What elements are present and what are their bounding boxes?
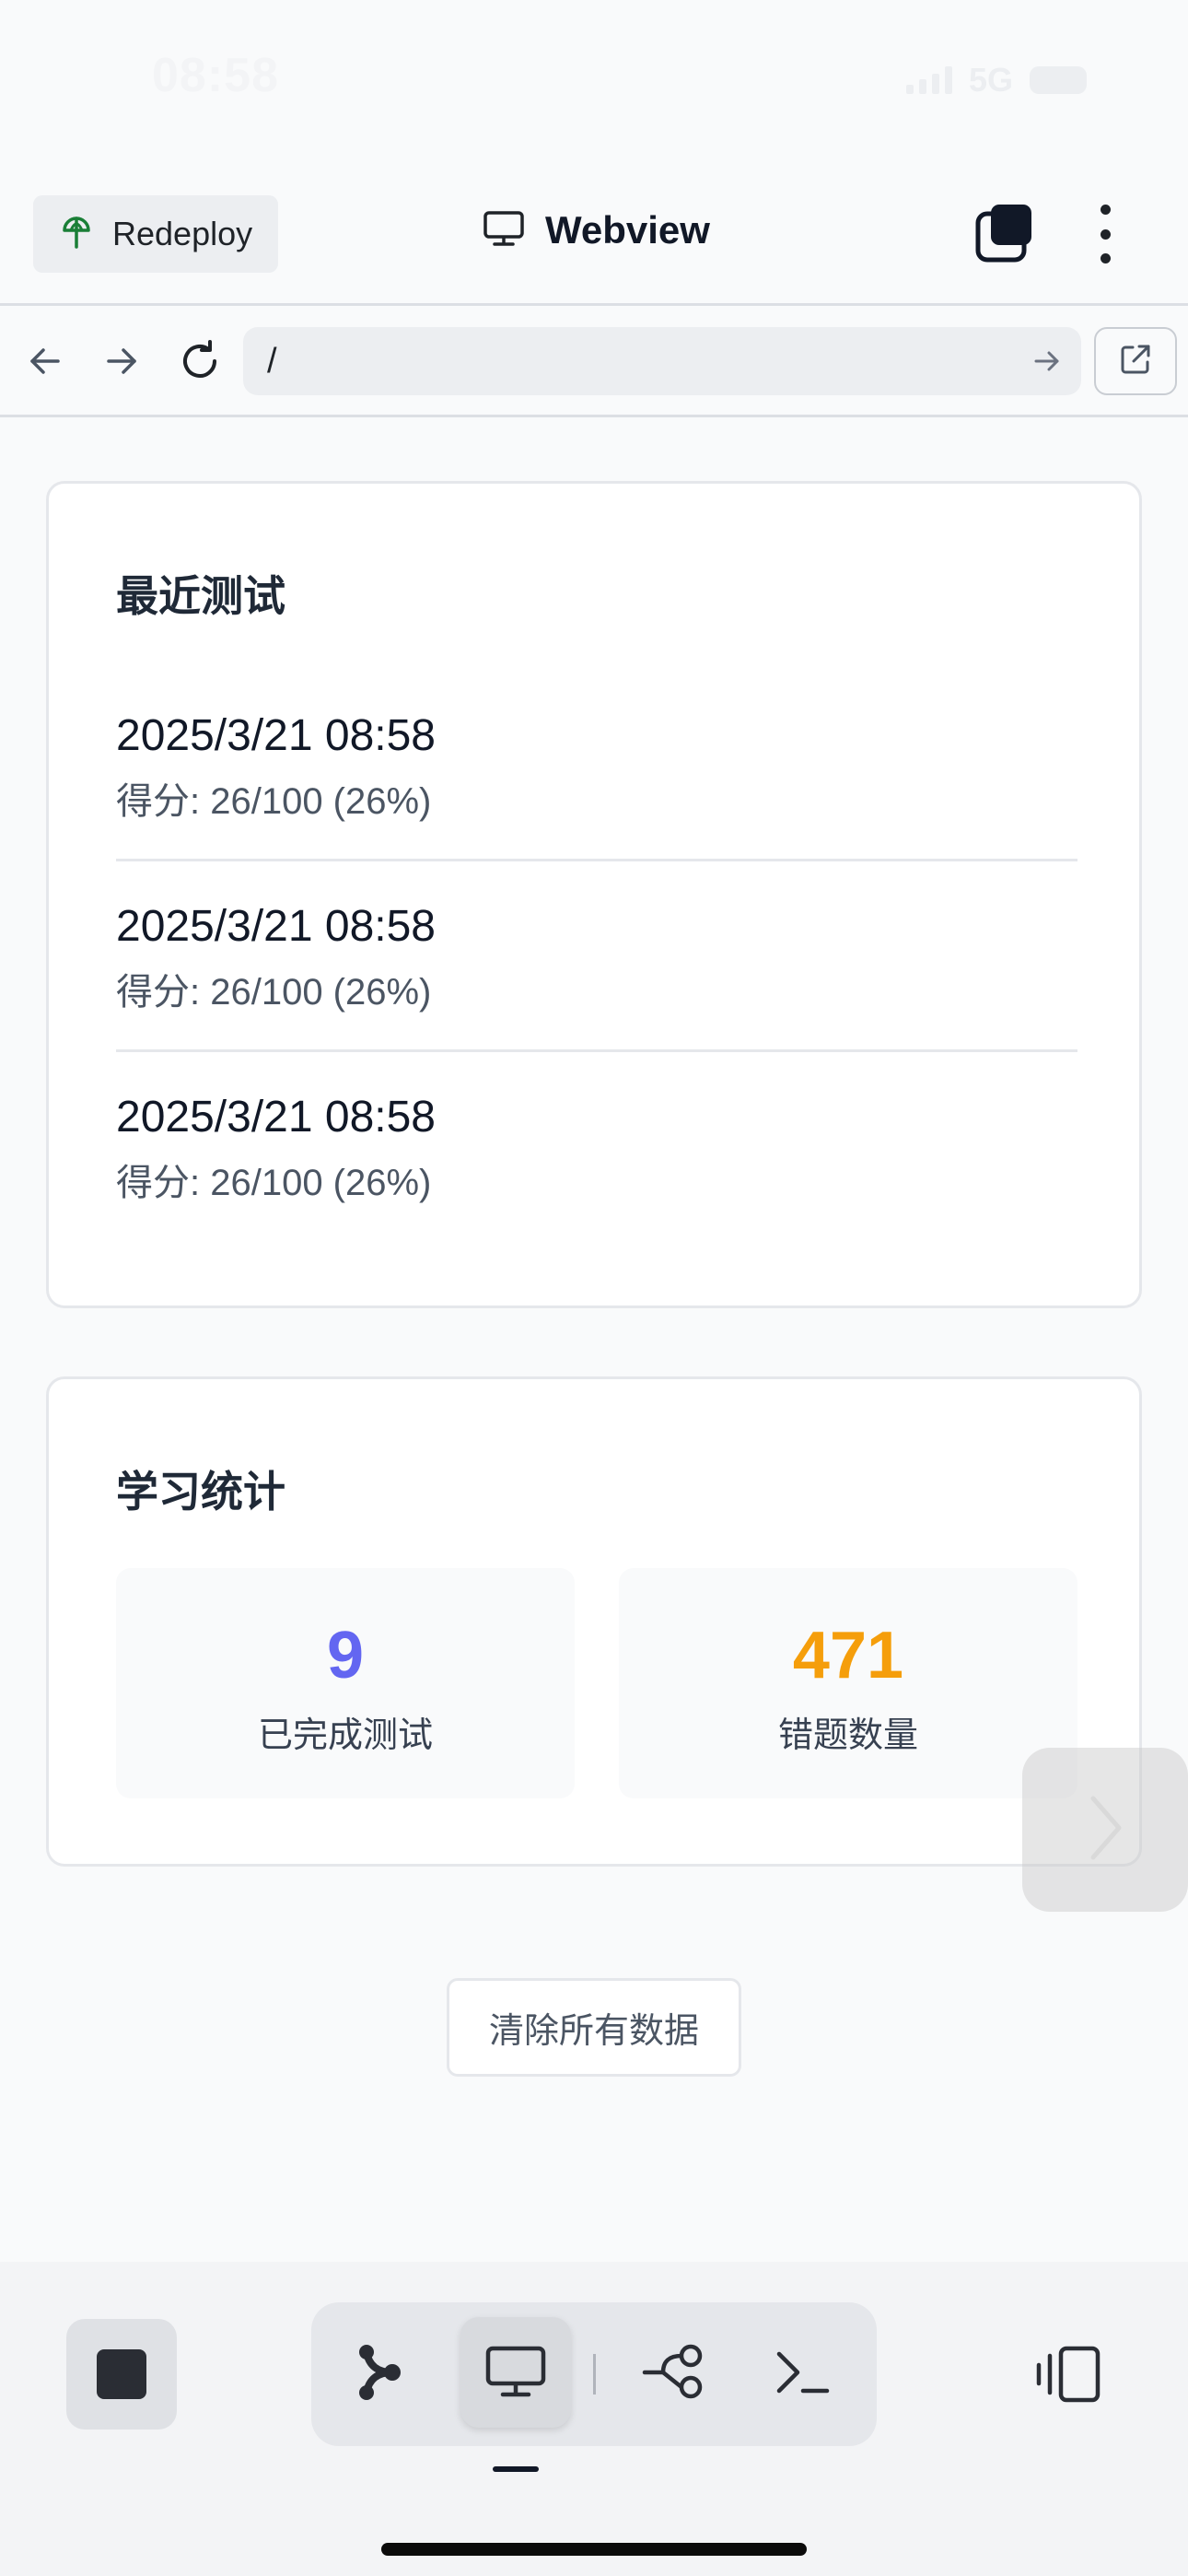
tool-group	[311, 2302, 877, 2446]
more-vertical-icon[interactable]	[1087, 205, 1124, 263]
study-stats-title: 学习统计	[116, 1468, 285, 1516]
side-next-button[interactable]	[1022, 1748, 1188, 1912]
completed-tests-stat: 9 已完成测试	[116, 1568, 575, 1798]
app-header: Redeploy Webview	[0, 184, 1188, 306]
arrow-right-small-icon[interactable]	[1031, 345, 1063, 377]
redeploy-icon	[61, 214, 92, 255]
stop-button[interactable]	[66, 2319, 177, 2430]
divider	[116, 859, 1077, 861]
test-score: 得分: 26/100 (26%)	[116, 781, 432, 822]
redeploy-button[interactable]: Redeploy	[33, 195, 278, 273]
clear-all-data-button[interactable]: 清除所有数据	[447, 1978, 741, 2077]
signal-icon	[905, 66, 952, 94]
test-date: 2025/3/21 08:58	[116, 711, 436, 760]
terminal-icon[interactable]	[748, 2317, 858, 2428]
webview-title: Webview	[483, 208, 710, 252]
arrow-right-icon[interactable]	[95, 334, 148, 388]
open-external-icon	[1118, 342, 1153, 381]
url-input[interactable]: /	[243, 327, 1081, 395]
test-date: 2025/3/21 08:58	[116, 902, 436, 951]
status-indicators: 5G	[905, 61, 1087, 100]
open-external-button[interactable]	[1094, 327, 1177, 395]
study-stats-card: 学习统计 9 已完成测试 471 错题数量	[46, 1376, 1142, 1867]
webview-title-text: Webview	[545, 208, 710, 252]
battery-icon	[1030, 66, 1087, 94]
monitor-icon[interactable]	[460, 2317, 571, 2428]
bottom-toolbar	[0, 2262, 1188, 2576]
divider	[116, 1049, 1077, 1052]
mistakes-count-value: 471	[792, 1619, 904, 1692]
chevron-right-icon	[1082, 1791, 1128, 1869]
test-record-item[interactable]: 2025/3/21 08:58 得分: 26/100 (26%)	[116, 901, 1077, 1092]
recent-tests-title: 最近测试	[116, 572, 285, 620]
test-score: 得分: 26/100 (26%)	[116, 972, 432, 1013]
mistakes-stat: 471 错题数量	[619, 1568, 1077, 1798]
stop-icon	[97, 2349, 146, 2399]
app-screen: 08:58 5G Redeploy Webview / 最近测试 2025/3/…	[0, 0, 1188, 2576]
reload-icon[interactable]	[173, 334, 227, 388]
redeploy-label: Redeploy	[112, 215, 253, 252]
test-date: 2025/3/21 08:58	[116, 1093, 436, 1142]
deploy-icon[interactable]	[324, 2317, 435, 2428]
completed-tests-value: 9	[326, 1619, 365, 1692]
url-text: /	[267, 342, 277, 381]
completed-tests-label: 已完成测试	[257, 1716, 433, 1755]
status-time: 08:58	[152, 49, 279, 102]
panel-toggle-icon[interactable]	[1030, 2319, 1107, 2430]
monitor-icon	[483, 210, 525, 252]
browser-nav-bar: /	[0, 309, 1188, 417]
active-tab-indicator	[493, 2466, 539, 2472]
test-record-item[interactable]: 2025/3/21 08:58 得分: 26/100 (26%)	[116, 1092, 1077, 1282]
home-indicator	[381, 2543, 807, 2556]
test-score: 得分: 26/100 (26%)	[116, 1163, 432, 1203]
recent-tests-card: 最近测试 2025/3/21 08:58 得分: 26/100 (26%) 20…	[46, 481, 1142, 1308]
git-branch-icon[interactable]	[619, 2317, 729, 2428]
stacked-windows-icon[interactable]	[974, 203, 1039, 267]
mistakes-count-label: 错题数量	[777, 1716, 918, 1755]
toolbar-separator	[593, 2354, 596, 2395]
test-record-item[interactable]: 2025/3/21 08:58 得分: 26/100 (26%)	[116, 710, 1077, 901]
arrow-left-icon[interactable]	[18, 334, 72, 388]
status-bar: 08:58 5G	[0, 0, 1188, 166]
network-label: 5G	[968, 61, 1013, 99]
